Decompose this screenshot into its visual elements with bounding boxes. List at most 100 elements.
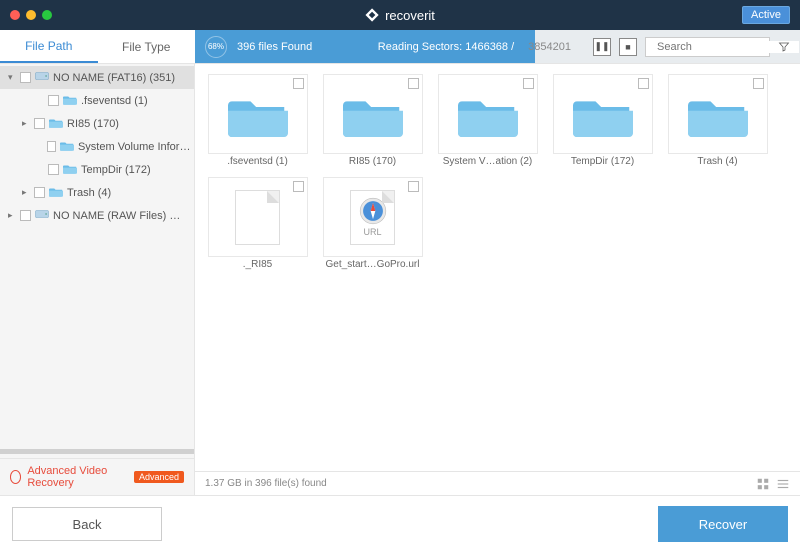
- checkbox[interactable]: [523, 78, 534, 89]
- grid-item[interactable]: RI85 (170): [320, 74, 425, 167]
- checkbox[interactable]: [34, 118, 45, 129]
- caret-icon: ▾: [8, 72, 16, 83]
- tree-row[interactable]: ▾ NO NAME (FAT16) (351): [0, 66, 194, 89]
- avr-badge: Advanced: [134, 471, 184, 483]
- checkbox[interactable]: [753, 78, 764, 89]
- pause-button[interactable]: ❚❚: [593, 38, 611, 56]
- sectors-total: 3854201: [528, 41, 571, 53]
- grid-view-icon[interactable]: [756, 477, 770, 491]
- titlebar: recoverit Active: [0, 0, 800, 30]
- tab-file-path[interactable]: File Path: [0, 30, 98, 63]
- footer: Back Recover: [0, 495, 800, 552]
- file-grid: .fseventsd (1) RI85 (170)System V…ation (…: [195, 64, 800, 471]
- close-dot[interactable]: [10, 10, 20, 20]
- avr-icon: [10, 470, 21, 484]
- grid-item[interactable]: URL Get_start…GoPro.url: [320, 177, 425, 270]
- folder-icon: [63, 163, 77, 177]
- sectors-prefix: Reading Sectors:: [378, 41, 462, 53]
- tree-row[interactable]: ▸ Trash (4): [0, 181, 194, 204]
- tree-label: System Volume Information (: [78, 141, 194, 153]
- thumbnail: [323, 74, 423, 154]
- brand-text: recoverit: [385, 8, 435, 23]
- list-view-icon[interactable]: [776, 477, 790, 491]
- sidebar-tabs: File Path File Type: [0, 30, 195, 63]
- folder-icon: [49, 117, 63, 131]
- item-label: Trash (4): [697, 156, 737, 167]
- checkbox[interactable]: [47, 141, 56, 152]
- status-text: 1.37 GB in 396 file(s) found: [205, 478, 327, 489]
- folder-icon: [63, 94, 77, 108]
- checkbox[interactable]: [293, 181, 304, 192]
- thumbnail: [668, 74, 768, 154]
- sidebar: ▾ NO NAME (FAT16) (351) .fseventsd (1) ▸ RI8…: [0, 64, 195, 495]
- tree-label: TempDir (172): [81, 164, 151, 176]
- drive-icon: [35, 70, 49, 85]
- avr-text: Advanced Video Recovery: [27, 465, 128, 489]
- sectors-label: Reading Sectors: 1466368 /: [378, 41, 514, 53]
- thumbnail: URL: [323, 177, 423, 257]
- checkbox[interactable]: [34, 187, 45, 198]
- thumbnail: [208, 74, 308, 154]
- checkbox[interactable]: [48, 164, 59, 175]
- checkbox[interactable]: [408, 78, 419, 89]
- item-label: Get_start…GoPro.url: [326, 259, 420, 270]
- caret-icon: ▸: [8, 210, 16, 221]
- grid-item[interactable]: System V…ation (2): [435, 74, 540, 167]
- tree-row[interactable]: ▸ RI85 (170): [0, 112, 194, 135]
- stop-button[interactable]: ■: [619, 38, 637, 56]
- app-brand: recoverit: [365, 8, 435, 23]
- tree-row[interactable]: ▸ NO NAME (RAW Files) (45): [0, 204, 194, 227]
- zoom-dot[interactable]: [42, 10, 52, 20]
- caret-icon: ▸: [22, 118, 30, 129]
- caret-icon: ▸: [22, 187, 30, 198]
- file-tree: ▾ NO NAME (FAT16) (351) .fseventsd (1) ▸ RI8…: [0, 64, 194, 449]
- tree-row[interactable]: System Volume Information (: [0, 135, 194, 158]
- thumbnail: [553, 74, 653, 154]
- checkbox[interactable]: [638, 78, 649, 89]
- minimize-dot[interactable]: [26, 10, 36, 20]
- grid-item[interactable]: ._RI85: [205, 177, 310, 270]
- recover-button[interactable]: Recover: [658, 506, 788, 542]
- grid-item[interactable]: .fseventsd (1): [205, 74, 310, 167]
- checkbox[interactable]: [293, 78, 304, 89]
- content-pane: .fseventsd (1) RI85 (170)System V…ation (…: [195, 64, 800, 495]
- advanced-video-recovery[interactable]: Advanced Video Recovery Advanced: [0, 458, 194, 495]
- tree-row[interactable]: TempDir (172): [0, 158, 194, 181]
- tab-file-type[interactable]: File Type: [98, 30, 196, 63]
- item-label: ._RI85: [243, 259, 272, 270]
- sectors-current: 1466368: [465, 41, 508, 53]
- tree-label: NO NAME (RAW Files) (45): [53, 210, 183, 222]
- search-box[interactable]: [645, 37, 770, 57]
- checkbox[interactable]: [408, 181, 419, 192]
- checkbox[interactable]: [48, 95, 59, 106]
- folder-icon: [60, 140, 74, 154]
- tree-row[interactable]: .fseventsd (1): [0, 89, 194, 112]
- item-label: .fseventsd (1): [227, 156, 288, 167]
- back-button[interactable]: Back: [12, 507, 162, 541]
- grid-item[interactable]: Trash (4): [665, 74, 770, 167]
- view-toggle: [756, 477, 790, 491]
- drive-icon: [35, 208, 49, 223]
- sidebar-scrollbar[interactable]: [0, 449, 194, 454]
- thumbnail: [208, 177, 308, 257]
- progress-ring: 68%: [205, 36, 227, 58]
- files-found-label: 396 files Found: [237, 41, 312, 53]
- grid-item[interactable]: TempDir (172): [550, 74, 655, 167]
- thumbnail: [438, 74, 538, 154]
- tree-label: Trash (4): [67, 187, 111, 199]
- scan-controls: ❚❚ ■: [593, 37, 790, 57]
- toolbar: File Path File Type 68% 396 files Found …: [0, 30, 800, 64]
- window-controls: [10, 10, 52, 20]
- scan-bar: 68% 396 files Found Reading Sectors: 146…: [195, 30, 800, 63]
- filter-icon[interactable]: [778, 40, 790, 54]
- checkbox[interactable]: [20, 72, 31, 83]
- tree-label: NO NAME (FAT16) (351): [53, 72, 175, 84]
- statusbar: 1.37 GB in 396 file(s) found: [195, 471, 800, 495]
- tree-label: .fseventsd (1): [81, 95, 148, 107]
- brand-icon: [365, 8, 379, 22]
- tree-label: RI85 (170): [67, 118, 119, 130]
- active-button[interactable]: Active: [742, 6, 790, 24]
- folder-icon: [49, 186, 63, 200]
- checkbox[interactable]: [20, 210, 31, 221]
- item-label: TempDir (172): [571, 156, 634, 167]
